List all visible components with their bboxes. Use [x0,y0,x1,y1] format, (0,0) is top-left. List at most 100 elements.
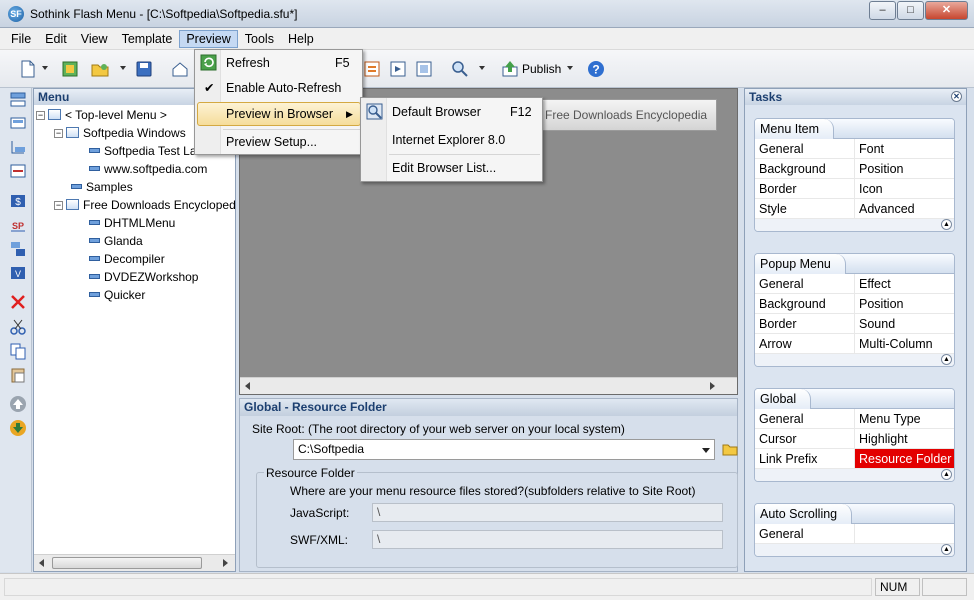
javascript-field[interactable]: \ [372,503,723,522]
menu-tools[interactable]: Tools [238,30,281,48]
task-link[interactable]: General [755,524,855,544]
menu-item-auto-refresh[interactable]: ✔ Enable Auto-Refresh [197,76,360,100]
scroll-left-icon[interactable] [39,559,44,567]
task-link[interactable]: Background [755,294,855,314]
minimize-button[interactable]: – [869,1,896,20]
new-dropdown-icon[interactable] [42,66,48,70]
task-link[interactable]: Position [855,159,954,179]
site-root-combo[interactable]: C:\Softpedia [293,439,715,460]
publish-dropdown-icon[interactable] [567,66,573,70]
menu-view[interactable]: View [74,30,115,48]
tree-hscrollbar[interactable] [34,554,235,571]
add-item-icon[interactable] [9,114,27,132]
open-dropdown-icon[interactable] [120,66,126,70]
publish-icon[interactable] [500,59,520,79]
task-link-selected[interactable]: Resource Folder [855,449,954,469]
collapse-up-icon[interactable]: ▲ [941,469,952,480]
task-link[interactable]: Multi-Column [855,334,954,354]
tree-node[interactable]: Decompiler [89,250,165,268]
paste-icon[interactable] [9,366,27,384]
insert-item-icon[interactable] [362,59,382,79]
tree-node[interactable]: www.softpedia.com [89,160,207,178]
new-file-icon[interactable] [18,59,38,79]
add-separator-icon[interactable] [9,162,27,180]
task-link[interactable]: Icon [855,179,954,199]
collapse-icon[interactable]: − [54,129,63,138]
move-down-icon[interactable] [9,419,27,437]
tree-node[interactable]: − < Top-level Menu > [36,106,167,124]
task-link[interactable]: Arrow [755,334,855,354]
menu-item-edit-browser-list[interactable]: Edit Browser List... [363,156,540,180]
swf-field[interactable]: \ [372,530,723,549]
open-folder-icon[interactable] [90,59,110,79]
task-link[interactable]: Background [755,159,855,179]
delete-icon[interactable] [9,293,27,311]
menu-file[interactable]: File [4,30,38,48]
collapse-up-icon[interactable]: ▲ [941,354,952,365]
collapse-up-icon[interactable]: ▲ [941,544,952,555]
menu-item-preview-setup[interactable]: Preview Setup... [197,130,360,154]
browse-folder-icon[interactable] [722,442,738,456]
menu-preview[interactable]: Preview [179,29,238,48]
task-group-title[interactable]: Global [755,389,812,409]
task-link[interactable]: Cursor [755,429,855,449]
menu-item-default-browser[interactable]: Default Browser F12 [363,100,540,124]
tree-node[interactable]: Glanda [89,232,143,250]
menu-item-preview-in-browser[interactable]: Preview in Browser ▶ [197,102,361,126]
task-group-title[interactable]: Auto Scrolling [755,504,853,524]
tree-node[interactable]: DHTMLMenu [89,214,175,232]
save-icon[interactable] [134,59,154,79]
menu-item-refresh[interactable]: Refresh F5 [197,51,360,75]
dollar-icon[interactable]: $ [9,192,27,210]
open-template-icon[interactable] [60,59,80,79]
task-link[interactable]: Font [855,139,954,159]
sp-icon[interactable]: SP [9,216,27,234]
collapse-icon[interactable]: − [54,201,63,210]
copy-icon[interactable] [9,342,27,360]
task-link[interactable]: Advanced [855,199,954,219]
menu-template[interactable]: Template [115,30,180,48]
help-icon[interactable]: ? [586,59,606,79]
tree-node[interactable]: Samples [71,178,133,196]
preview-menu-bar[interactable]: Free Downloads Encyclopedia [540,99,717,131]
menu-item-internet-explorer[interactable]: Internet Explorer 8.0 [363,128,540,152]
collapse-up-icon[interactable]: ▲ [941,219,952,230]
task-link[interactable]: Position [855,294,954,314]
tree-node[interactable]: − Free Downloads Encycloped [54,196,235,214]
tree-node[interactable]: Quicker [89,286,145,304]
task-link[interactable]: Style [755,199,855,219]
tree-node[interactable]: DVDEZWorkshop [89,268,198,286]
menu-help[interactable]: Help [281,30,321,48]
insert-submenu-icon[interactable] [388,59,408,79]
task-link[interactable]: Highlight [855,429,954,449]
tree-node[interactable]: − Softpedia Windows [54,124,186,142]
scroll-right-icon[interactable] [223,559,228,567]
task-link[interactable]: Link Prefix [755,449,855,469]
preview-dropdown-icon[interactable] [479,66,485,70]
v-icon[interactable]: V [9,264,27,282]
scroll-left-icon[interactable] [245,382,250,390]
preview-icon[interactable] [450,59,470,79]
collapse-icon[interactable]: − [36,111,45,120]
close-icon[interactable]: ✕ [951,91,962,102]
task-link[interactable]: Border [755,179,855,199]
chevron-down-icon[interactable] [702,448,710,453]
menu-edit[interactable]: Edit [38,30,74,48]
task-group-title[interactable]: Popup Menu [755,254,846,274]
task-link[interactable]: General [755,139,855,159]
scroll-thumb[interactable] [52,557,202,569]
scroll-right-icon[interactable] [710,382,715,390]
close-button[interactable]: ✕ [925,1,968,20]
task-link[interactable]: General [755,409,855,429]
task-link[interactable]: Border [755,314,855,334]
preview-hscrollbar[interactable] [240,377,737,394]
home-icon[interactable] [170,59,190,79]
sub-icon[interactable] [9,240,27,258]
task-link[interactable]: Sound [855,314,954,334]
add-subitem-icon[interactable] [9,138,27,156]
cut-icon[interactable] [9,318,27,336]
properties-icon[interactable] [414,59,434,79]
add-toplevel-icon[interactable] [9,91,27,109]
move-up-icon[interactable] [9,395,27,413]
tree-node[interactable]: Softpedia Test La [89,142,197,160]
